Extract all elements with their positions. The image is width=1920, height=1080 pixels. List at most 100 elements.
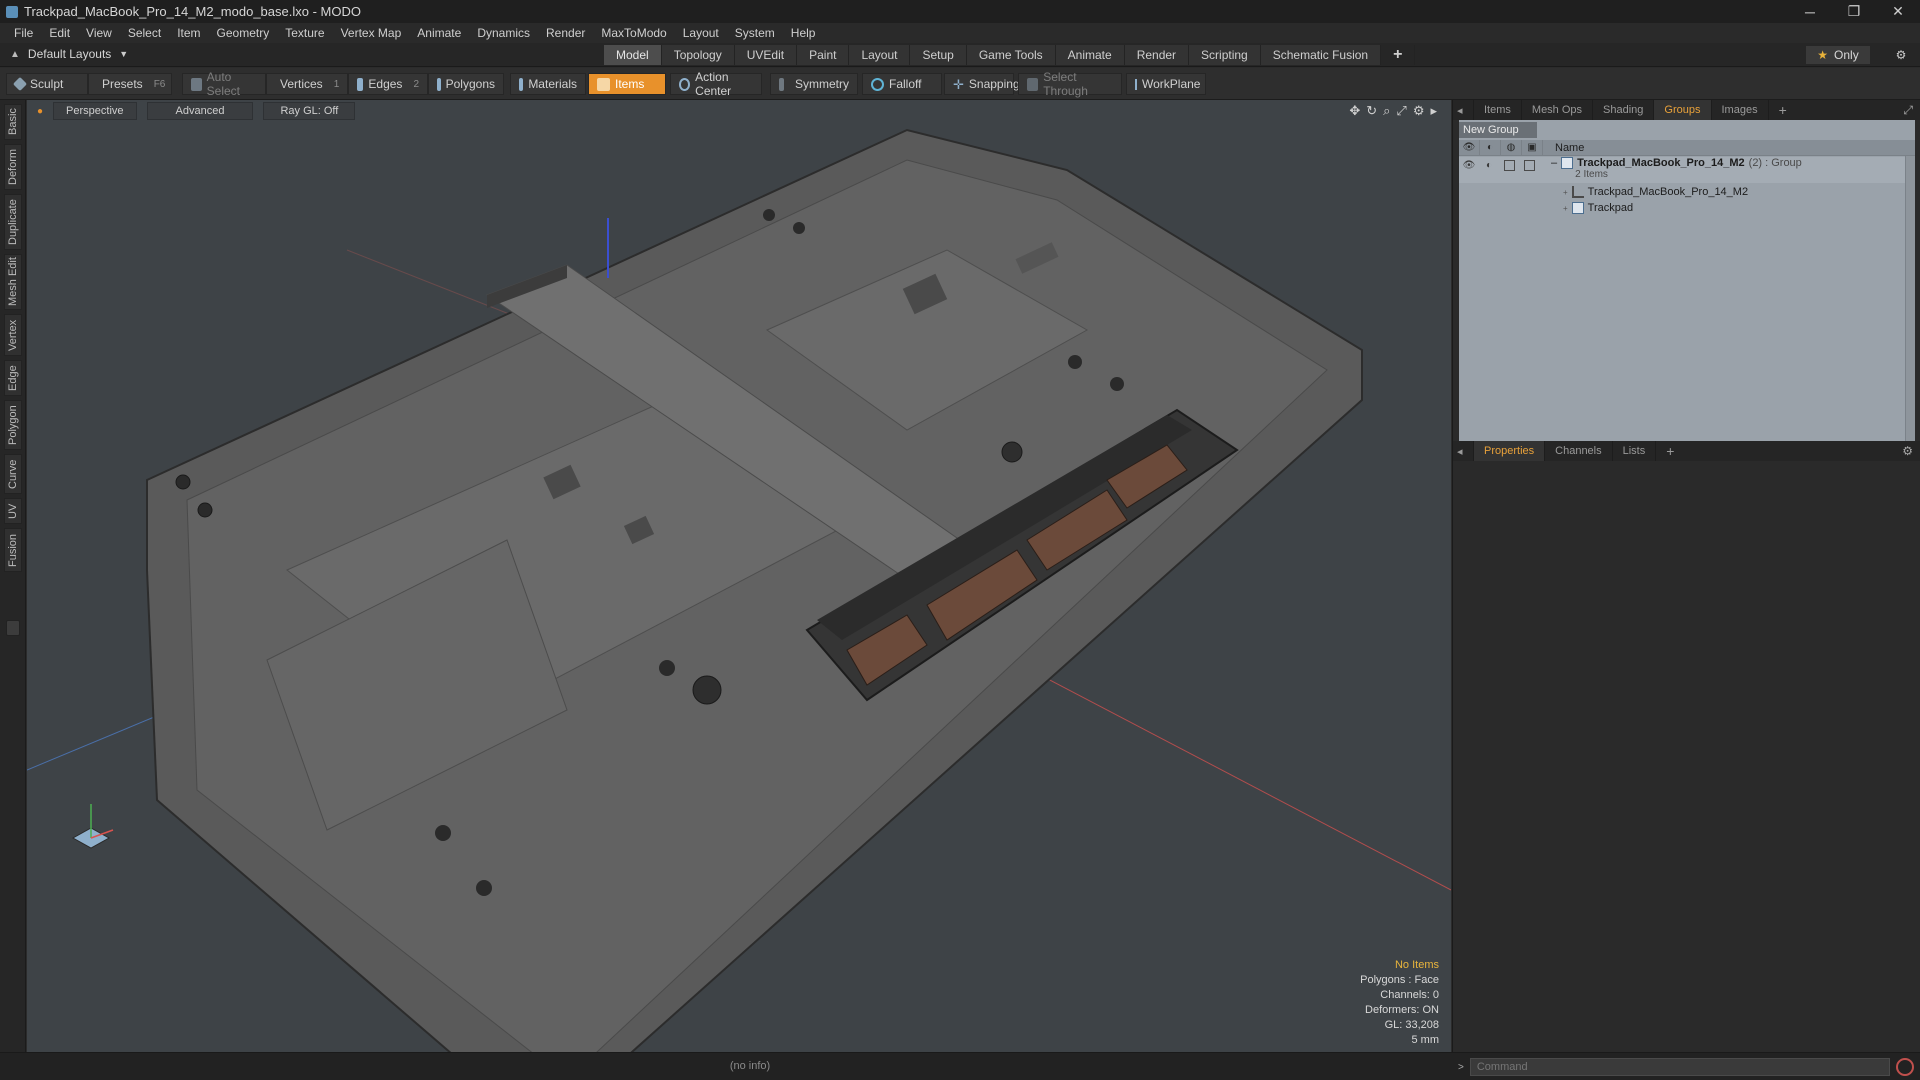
render-column-icon[interactable]: ◐ [1480, 139, 1501, 156]
falloff-button[interactable]: Falloff [862, 73, 942, 95]
tab-lists[interactable]: Lists [1613, 441, 1657, 461]
layout-collapse-icon[interactable]: ▲ [10, 49, 20, 60]
panel-menu-icon[interactable]: ◂ [1453, 441, 1474, 461]
tab-topology[interactable]: Topology [661, 45, 735, 65]
tab-shading[interactable]: Shading [1593, 100, 1655, 120]
command-input[interactable] [1469, 1058, 1890, 1076]
tab-uvedit[interactable]: UVEdit [734, 45, 798, 65]
close-button[interactable]: ✕ [1876, 0, 1920, 23]
menu-edit[interactable]: Edit [41, 23, 78, 43]
group-child-row[interactable]: + Trackpad [1459, 200, 1915, 216]
group-row[interactable]: 👁 ◐ – Trackpad_MacBook_Pro_14_M2 (2) : G… [1459, 157, 1915, 183]
gear-icon[interactable]: ⚙ [1892, 46, 1910, 64]
tab-deform[interactable]: Deform [4, 144, 22, 190]
polygons-button[interactable]: Polygons [428, 73, 504, 95]
menu-vertex-map[interactable]: Vertex Map [333, 23, 410, 43]
select-through-button[interactable]: Select Through [1018, 70, 1122, 98]
tab-duplicate[interactable]: Duplicate [4, 194, 22, 250]
only-toggle-button[interactable]: ★ Only [1806, 46, 1870, 64]
edges-button[interactable]: Edges 2 [348, 73, 428, 95]
items-button[interactable]: Items [588, 73, 666, 95]
minimize-button[interactable]: ─ [1788, 0, 1832, 23]
shading-mode-button[interactable]: Advanced [146, 102, 254, 120]
fit-icon[interactable]: ⤢ [1396, 103, 1406, 119]
add-properties-tab-button[interactable]: + [1656, 441, 1684, 461]
menu-item[interactable]: Item [169, 23, 208, 43]
collapse-arrow-icon[interactable]: – [1551, 157, 1557, 169]
tab-images[interactable]: Images [1712, 100, 1769, 120]
3d-viewport[interactable]: ● Perspective Advanced Ray GL: Off ✥ ↻ ⌕… [27, 100, 1451, 1052]
group-child-row[interactable]: + Trackpad_MacBook_Pro_14_M2 [1459, 184, 1915, 200]
sculpt-button[interactable]: Sculpt [6, 73, 88, 95]
expand-icon[interactable]: ⤢ [1903, 103, 1913, 118]
tab-vertex[interactable]: Vertex [4, 314, 22, 356]
select-toggle[interactable] [1519, 157, 1539, 173]
tab-curve[interactable]: Curve [4, 454, 22, 494]
properties-gear-icon[interactable]: ⚙ [1902, 444, 1913, 458]
tab-layout[interactable]: Layout [849, 45, 911, 65]
tab-edge[interactable]: Edge [4, 360, 22, 396]
viewport-menu-dot[interactable]: ● [37, 106, 43, 117]
command-stop-icon[interactable] [1896, 1058, 1914, 1076]
presets-button[interactable]: Presets F6 [88, 73, 172, 95]
tab-animate[interactable]: Animate [1055, 45, 1125, 65]
vertices-button[interactable]: Vertices 1 [266, 73, 348, 95]
expand-arrow-icon[interactable]: + [1563, 204, 1568, 213]
menu-view[interactable]: View [78, 23, 120, 43]
tab-setup[interactable]: Setup [910, 45, 967, 65]
new-group-button[interactable]: New Group [1459, 122, 1537, 138]
tab-model[interactable]: Model [604, 45, 662, 65]
tab-properties[interactable]: Properties [1474, 441, 1546, 461]
menu-file[interactable]: File [6, 23, 41, 43]
menu-help[interactable]: Help [783, 23, 824, 43]
restore-button[interactable]: ❐ [1832, 0, 1876, 23]
materials-button[interactable]: Materials [510, 73, 586, 95]
tab-render[interactable]: Render [1124, 45, 1190, 65]
toolbox-toggle-button[interactable] [6, 620, 20, 636]
tab-schematic-fusion[interactable]: Schematic Fusion [1260, 45, 1382, 65]
tab-fusion[interactable]: Fusion [4, 528, 22, 572]
default-layouts-dropdown[interactable]: ▲ Default Layouts ▼ [10, 47, 128, 61]
tab-polygon[interactable]: Polygon [4, 400, 22, 450]
menu-maxtomodo[interactable]: MaxToModo [593, 23, 674, 43]
render-toggle-icon[interactable]: ◐ [1479, 157, 1499, 173]
tab-scripting[interactable]: Scripting [1189, 45, 1261, 65]
rotate-icon[interactable]: ↻ [1366, 103, 1377, 119]
lock-column-icon[interactable]: ◍ [1501, 139, 1522, 156]
tab-mesh-ops[interactable]: Mesh Ops [1522, 100, 1594, 120]
add-layout-tab-button[interactable]: + [1381, 45, 1416, 65]
menu-dynamics[interactable]: Dynamics [469, 23, 538, 43]
zoom-icon[interactable]: ⌕ [1383, 103, 1390, 119]
menu-layout[interactable]: Layout [675, 23, 727, 43]
snapping-button[interactable]: ✛ Snapping [944, 73, 1020, 95]
add-panel-tab-button[interactable]: + [1769, 100, 1797, 120]
auto-select-button[interactable]: Auto Select [182, 70, 266, 98]
menu-select[interactable]: Select [120, 23, 169, 43]
command-history-icon[interactable]: > [1458, 1062, 1464, 1073]
expand-arrow-icon[interactable]: + [1563, 188, 1568, 197]
panel-menu-icon[interactable]: ◂ [1453, 100, 1474, 120]
tab-groups[interactable]: Groups [1654, 100, 1712, 120]
tab-channels[interactable]: Channels [1545, 441, 1613, 461]
pan-icon[interactable]: ✥ [1349, 103, 1360, 119]
action-center-button[interactable]: Action Center [670, 70, 762, 98]
menu-render[interactable]: Render [538, 23, 593, 43]
lock-toggle[interactable] [1499, 157, 1519, 173]
tab-items[interactable]: Items [1474, 100, 1522, 120]
menu-texture[interactable]: Texture [277, 23, 332, 43]
tab-basic[interactable]: Basic [4, 104, 22, 140]
menu-animate[interactable]: Animate [409, 23, 469, 43]
tab-uv[interactable]: UV [4, 498, 22, 524]
view-mode-button[interactable]: Perspective [53, 102, 137, 120]
viewport-more-icon[interactable]: ▸ [1430, 103, 1437, 119]
tab-game-tools[interactable]: Game Tools [966, 45, 1056, 65]
menu-system[interactable]: System [727, 23, 783, 43]
symmetry-button[interactable]: Symmetry [770, 73, 858, 95]
select-column-icon[interactable]: ▣ [1522, 139, 1543, 156]
tab-paint[interactable]: Paint [797, 45, 850, 65]
workplane-button[interactable]: WorkPlane [1126, 73, 1206, 95]
viewport-gear-icon[interactable]: ⚙ [1413, 103, 1425, 119]
tab-mesh-edit[interactable]: Mesh Edit [4, 254, 22, 310]
visibility-eye-icon[interactable]: 👁 [1459, 157, 1479, 173]
visibility-column-icon[interactable]: 👁 [1459, 139, 1480, 156]
